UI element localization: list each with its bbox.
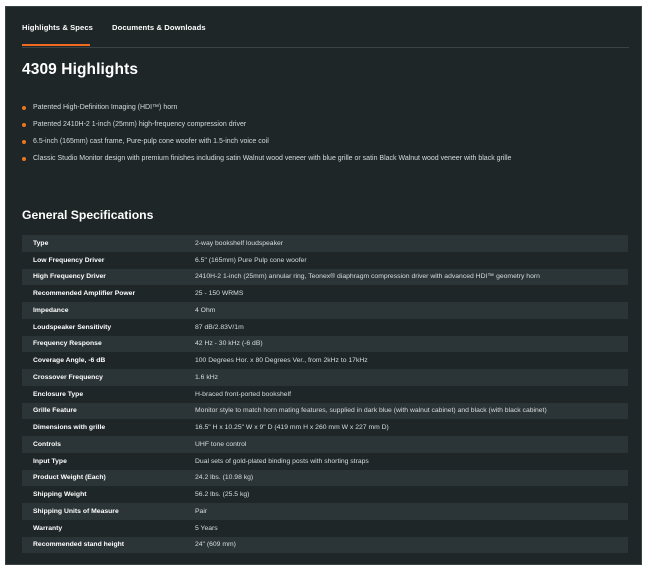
bullet-dot-icon [22,106,26,110]
spec-key: Input Type [22,452,183,470]
spec-key: Shipping Weight [22,486,183,503]
spec-key: Grille Feature [22,402,183,420]
spec-key: Loudspeaker Sensitivity [22,318,183,336]
spec-value: 1.6 kHz [183,369,628,386]
spec-key: Controls [22,436,183,453]
table-row: Product Weight (Each) 24.2 lbs. (10.98 kg… [22,469,628,487]
table-row: Controls UHF tone control [22,436,628,453]
highlight-text: 6.5-inch (165mm) cast frame, Pure-pulp c… [33,138,269,145]
spec-key: Coverage Angle, -6 dB [22,352,183,369]
highlights-list: Patented High-Definition Imaging (HDI™) … [22,102,622,170]
spec-value: 2-way bookshelf loudspeaker [183,235,628,252]
tab-documents-downloads[interactable]: Documents & Downloads [112,23,206,32]
spec-value: H-braced front-ported bookshelf [183,385,628,403]
spec-key: Recommended stand height [22,536,183,554]
spec-value: 56.2 lbs. (25.5 kg) [183,486,628,503]
spec-key: Frequency Response [22,335,183,353]
table-row: High Frequency Driver 2410H-2 1-inch (25m… [22,268,628,286]
specs-heading: General Specifications [22,208,154,222]
table-row: Enclosure Type H-braced front-ported book… [22,385,628,403]
highlight-item: 6.5-inch (165mm) cast frame, Pure-pulp c… [22,136,622,153]
highlight-item: Patented 2410H-2 1-inch (25mm) high-freq… [22,119,622,136]
spec-value: Dual sets of gold-plated binding posts w… [183,452,628,470]
spec-key: Type [22,235,183,252]
spec-value: 4 Ohm [183,302,628,319]
spec-key: Product Weight (Each) [22,469,183,487]
spec-key: Shipping Units of Measure [22,503,183,520]
table-row: Coverage Angle, -6 dB 100 Degrees Hor. x … [22,352,628,369]
tab-bar: Highlights & Specs Documents & Downloads [22,21,629,48]
table-row: Shipping Weight 56.2 lbs. (25.5 kg) [22,486,628,503]
spec-key: Crossover Frequency [22,369,183,386]
spec-key: High Frequency Driver [22,268,183,286]
table-row: Crossover Frequency 1.6 kHz [22,369,628,386]
spec-value: 42 Hz - 30 kHz (-6 dB) [183,335,628,353]
spec-value: UHF tone control [183,436,628,453]
table-row: Frequency Response 42 Hz - 30 kHz (-6 dB) [22,335,628,353]
spec-key: Impedance [22,302,183,319]
table-row: Warranty 5 Years [22,519,628,537]
spec-value: 100 Degrees Hor. x 80 Degrees Ver., from… [183,352,628,369]
highlight-item: Classic Studio Monitor design with premi… [22,153,622,170]
spec-key: Enclosure Type [22,385,183,403]
table-row: Loudspeaker Sensitivity 87 dB/2.83V/1m [22,318,628,336]
spec-value: 24.2 lbs. (10.98 kg) [183,469,628,487]
spec-value: 5 Years [183,519,628,537]
table-row: Shipping Units of Measure Pair [22,503,628,520]
spec-key: Low Frequency Driver [22,251,183,269]
table-row: Input Type Dual sets of gold-plated bindi… [22,452,628,470]
table-row: Recommended stand height 24" (609 mm) [22,536,628,554]
spec-value: 87 dB/2.83V/1m [183,318,628,336]
spec-value: 16.5" H x 10.25" W x 9" D (419 mm H x 26… [183,419,628,436]
bullet-dot-icon [22,140,26,144]
table-row: Dimensions with grille 16.5" H x 10.25" W… [22,419,628,436]
specs-table: Type 2-way bookshelf loudspeaker Low Freq… [22,235,628,554]
spec-key: Recommended Amplifier Power [22,285,183,302]
spec-value: Pair [183,503,628,520]
table-row: Recommended Amplifier Power 25 - 150 WRMS [22,285,628,302]
spec-value: 6.5" (165mm) Pure Pulp cone woofer [183,251,628,269]
spec-key: Warranty [22,519,183,537]
spec-value: 24" (609 mm) [183,536,628,554]
tab-highlights-specs[interactable]: Highlights & Specs [22,23,93,46]
table-row: Low Frequency Driver 6.5" (165mm) Pure Pu… [22,251,628,269]
spec-value: 25 - 150 WRMS [183,285,628,302]
table-row: Type 2-way bookshelf loudspeaker [22,235,628,252]
spec-value: Monitor style to match horn mating featu… [183,402,628,420]
highlight-text: Patented High-Definition Imaging (HDI™) … [33,104,178,111]
product-specs-panel: Highlights & Specs Documents & Downloads… [5,6,642,565]
highlight-text: Patented 2410H-2 1-inch (25mm) high-freq… [33,121,247,128]
bullet-dot-icon [22,123,26,127]
spec-value: 2410H-2 1-inch (25mm) annular ring, Teon… [183,268,628,286]
bullet-dot-icon [22,157,26,161]
spec-key: Dimensions with grille [22,419,183,436]
table-row: Grille Feature Monitor style to match hor… [22,402,628,420]
highlight-item: Patented High-Definition Imaging (HDI™) … [22,102,622,119]
page-title: 4309 Highlights [22,61,139,78]
table-row: Impedance 4 Ohm [22,302,628,319]
highlight-text: Classic Studio Monitor design with premi… [33,155,512,162]
